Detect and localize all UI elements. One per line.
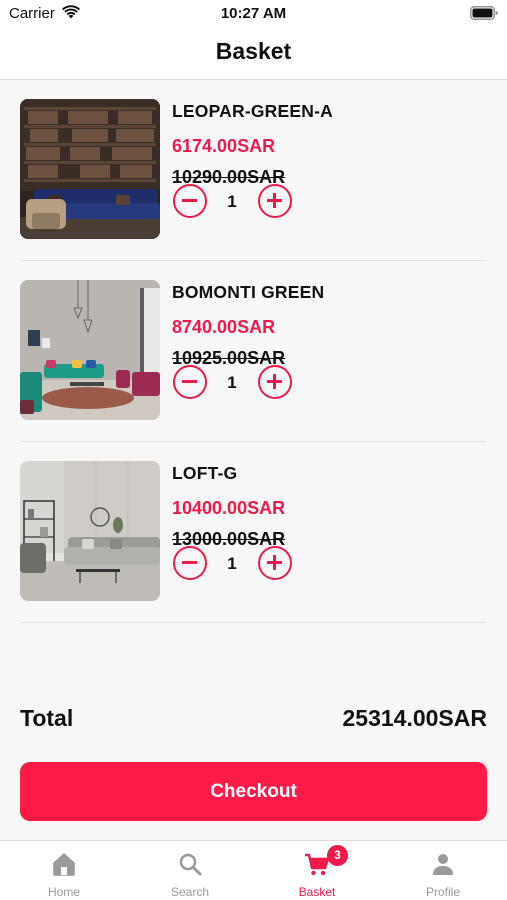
increase-quantity-button[interactable] [258, 546, 292, 580]
product-name[interactable]: LEOPAR-GREEN-A [172, 101, 333, 122]
checkout-button[interactable]: Checkout [20, 762, 487, 821]
total-value: 25314.00SAR [342, 705, 488, 731]
total-label: Total [20, 705, 74, 731]
tab-home[interactable]: Home [1, 841, 127, 900]
increase-quantity-button[interactable] [258, 184, 292, 218]
product-name[interactable]: BOMONTI GREEN [172, 282, 324, 303]
tab-bar: Home Search 3 Basket Profile [0, 840, 507, 900]
product-name[interactable]: LOFT-G [172, 463, 237, 484]
quantity-value: 1 [227, 554, 237, 573]
cart-count-badge: 3 [327, 845, 348, 866]
search-icon [179, 853, 202, 876]
status-time: 10:27 AM [220, 5, 287, 22]
tab-label: Basket [298, 885, 336, 899]
profile-icon [433, 854, 453, 875]
tab-label: Search [170, 885, 210, 899]
tab-label: Profile [425, 885, 460, 899]
basket-item: BOMONTI GREEN 8740.00SAR 10925.00SAR 1 [20, 261, 487, 442]
product-price: 6174.00SAR [172, 136, 276, 156]
increase-quantity-button[interactable] [258, 365, 292, 399]
tab-label: Home [47, 885, 80, 899]
quantity-value: 1 [227, 373, 237, 392]
product-image[interactable] [20, 280, 160, 420]
decrease-quantity-button[interactable] [173, 365, 207, 399]
quantity-value: 1 [227, 192, 237, 211]
decrease-quantity-button[interactable] [173, 546, 207, 580]
basket-item: LEOPAR-GREEN-A 6174.00SAR 10290.00SAR 1 [20, 80, 487, 261]
product-image[interactable] [20, 461, 160, 601]
tab-profile[interactable]: Profile [380, 841, 506, 900]
nav-header: Basket [0, 28, 507, 80]
page-title: Basket [215, 38, 292, 64]
home-icon [53, 853, 75, 876]
status-bar: Carrier 10:27 AM [0, 0, 507, 28]
decrease-quantity-button[interactable] [173, 184, 207, 218]
product-image[interactable] [20, 99, 160, 239]
product-price: 10400.00SAR [172, 498, 286, 518]
battery-icon [470, 6, 498, 20]
tab-search[interactable]: Search [127, 841, 253, 900]
tab-basket[interactable]: 3 Basket [254, 841, 380, 900]
basket-item: LOFT-G 10400.00SAR 13000.00SAR 1 [20, 442, 487, 623]
product-price: 8740.00SAR [172, 317, 276, 337]
